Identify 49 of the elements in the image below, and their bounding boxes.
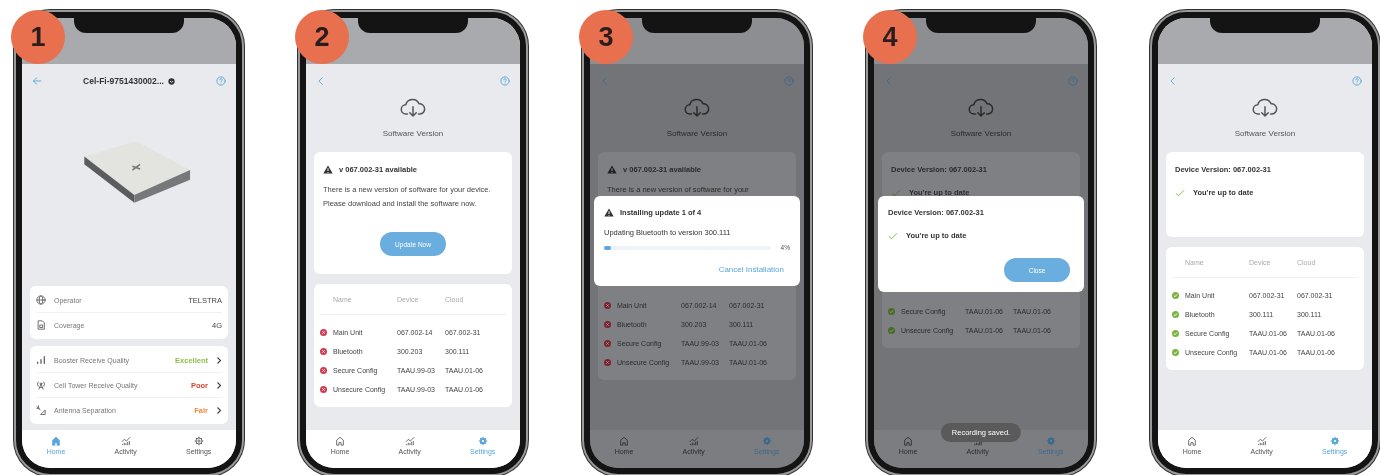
chevron-right-icon[interactable]	[216, 355, 222, 365]
check-icon	[888, 231, 898, 240]
back-chevron-icon[interactable]	[316, 76, 326, 86]
home-icon	[1187, 436, 1197, 446]
antenna-icon	[36, 405, 46, 415]
warning-icon	[607, 165, 617, 174]
gear-icon	[761, 436, 772, 446]
chart-icon	[1256, 436, 1267, 446]
help-icon[interactable]	[500, 76, 510, 86]
chevron-right-icon[interactable]	[216, 405, 222, 415]
page-title: Software Version	[1233, 129, 1297, 138]
back-chevron-icon[interactable]	[600, 76, 610, 86]
cloud-download-icon	[968, 98, 994, 119]
help-icon[interactable]	[1068, 76, 1078, 86]
page-title: Software Version	[665, 129, 729, 138]
globe-icon	[36, 295, 46, 305]
help-icon[interactable]	[216, 76, 226, 86]
gear-icon	[1045, 436, 1056, 446]
cloud-download-icon	[1252, 98, 1278, 119]
gear-icon	[193, 436, 204, 446]
home-icon	[619, 436, 629, 446]
warning-icon	[604, 207, 614, 217]
check-icon	[891, 188, 901, 197]
help-icon[interactable]	[1352, 76, 1362, 86]
cell-tower-icon	[36, 380, 46, 390]
chart-icon	[688, 436, 699, 446]
chart-icon	[404, 436, 415, 446]
warning-icon	[323, 165, 333, 174]
gear-icon	[1329, 436, 1340, 446]
cancel-button[interactable]: Cancel Installation	[712, 263, 790, 276]
home-icon	[903, 436, 913, 446]
home-icon	[51, 436, 61, 446]
chart-icon	[120, 436, 131, 446]
back-chevron-icon[interactable]	[884, 76, 894, 86]
sim-card-icon	[36, 320, 46, 330]
gear-icon	[477, 436, 488, 446]
page-title: Software Version	[949, 129, 1013, 138]
help-icon[interactable]	[784, 76, 794, 86]
cloud-download-icon	[684, 98, 710, 119]
page-title: Software Version	[381, 129, 445, 138]
dropdown-icon[interactable]	[167, 77, 175, 85]
chevron-right-icon[interactable]	[216, 380, 222, 390]
home-icon	[335, 436, 345, 446]
cloud-download-icon	[400, 98, 426, 119]
back-arrow-icon[interactable]	[32, 76, 42, 86]
back-chevron-icon[interactable]	[1168, 76, 1178, 86]
check-icon	[1175, 188, 1185, 197]
device-name: Cel-Fi-9751430002...	[83, 76, 164, 86]
signal-bars-icon	[36, 355, 46, 365]
